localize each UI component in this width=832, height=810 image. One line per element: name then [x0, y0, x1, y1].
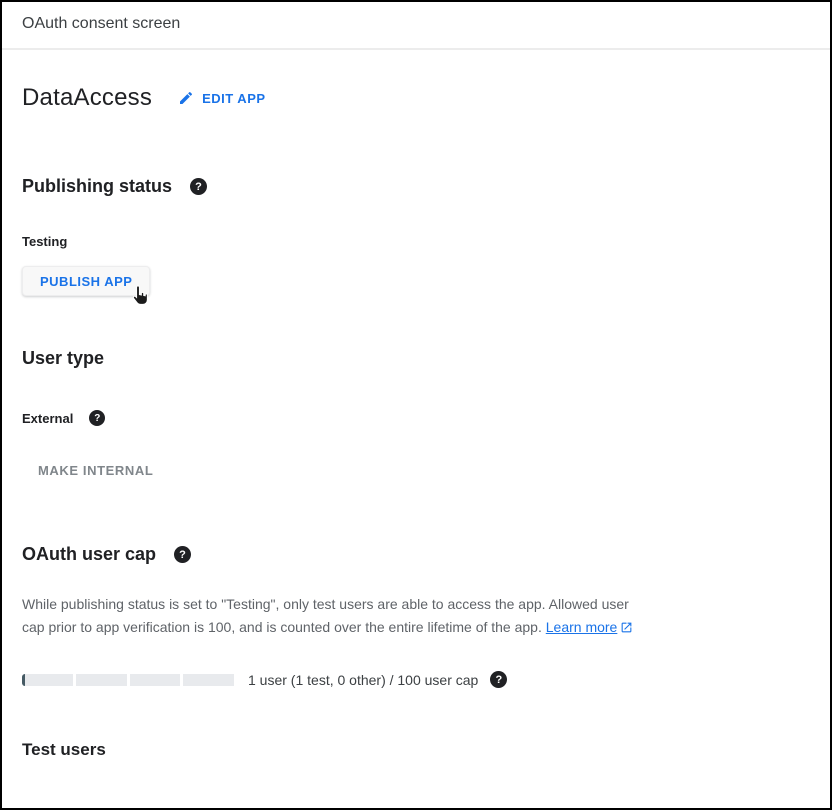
header-divider [2, 48, 830, 50]
help-icon[interactable]: ? [490, 671, 507, 688]
test-users-heading: Test users [22, 740, 106, 760]
learn-more-link[interactable]: Learn more [546, 619, 634, 635]
publishing-status-heading: Publishing status [22, 176, 172, 197]
publishing-status-value: Testing [22, 234, 810, 249]
publishing-status-heading-row: Publishing status ? [22, 176, 810, 197]
user-cap-usage-row: 1 user (1 test, 0 other) / 100 user cap … [22, 671, 810, 688]
user-cap-description-text: While publishing status is set to "Testi… [22, 596, 629, 635]
user-type-heading-row: User type [22, 348, 810, 369]
user-cap-description: While publishing status is set to "Testi… [22, 593, 636, 639]
make-internal-button[interactable]: MAKE INTERNAL [38, 463, 153, 478]
user-type-heading: User type [22, 348, 104, 369]
publishing-status-section: Publishing status ? Testing PUBLISH APP [22, 176, 810, 296]
user-type-value: External [22, 411, 73, 426]
help-icon[interactable]: ? [190, 178, 207, 195]
help-icon[interactable]: ? [174, 546, 191, 563]
progress-segment [22, 674, 73, 686]
oauth-consent-page: OAuth consent screen DataAccess EDIT APP… [0, 0, 832, 810]
progress-segment [76, 674, 127, 686]
user-cap-progressbar [22, 674, 234, 686]
oauth-user-cap-heading-row: OAuth user cap ? [22, 544, 810, 565]
user-type-section: User type External ? MAKE INTERNAL [22, 348, 810, 480]
page-title: OAuth consent screen [22, 15, 810, 33]
app-name: DataAccess [22, 84, 152, 112]
test-users-section: Test users [22, 740, 810, 760]
publish-app-button[interactable]: PUBLISH APP [22, 266, 150, 296]
app-title-row: DataAccess EDIT APP [22, 84, 810, 112]
edit-app-button[interactable]: EDIT APP [178, 90, 265, 106]
main-content: DataAccess EDIT APP Publishing status ? … [2, 84, 830, 760]
edit-app-label: EDIT APP [202, 91, 265, 106]
oauth-user-cap-heading: OAuth user cap [22, 544, 156, 565]
learn-more-label: Learn more [546, 619, 618, 635]
progress-segment [183, 674, 234, 686]
open-in-new-icon [617, 619, 633, 635]
user-cap-usage-label: 1 user (1 test, 0 other) / 100 user cap [248, 672, 478, 688]
pencil-icon [178, 90, 194, 106]
help-icon[interactable]: ? [89, 410, 105, 426]
user-cap-progress-fill [22, 674, 25, 686]
progress-segment [130, 674, 181, 686]
oauth-user-cap-section: OAuth user cap ? While publishing status… [22, 544, 810, 688]
user-type-value-row: External ? [22, 410, 810, 426]
publish-app-label: PUBLISH APP [40, 274, 132, 289]
page-header: OAuth consent screen [2, 2, 830, 48]
test-users-heading-row: Test users [22, 740, 810, 760]
